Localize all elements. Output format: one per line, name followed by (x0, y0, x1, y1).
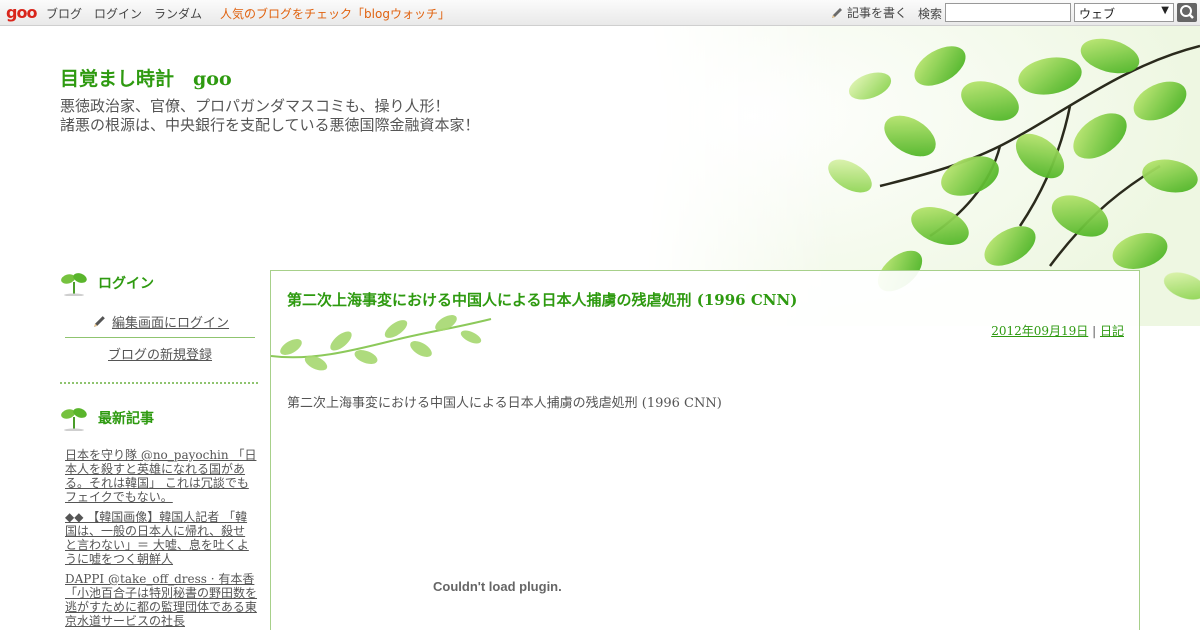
nav-random[interactable]: ランダム (154, 5, 202, 22)
chevron-down-icon: ▼ (1161, 5, 1169, 16)
sidebar-divider (65, 337, 255, 338)
recent-articles-list: 日本を守り隊 @no_payochin 「日本人を殺すと英雄になれる国がある。そ… (65, 448, 257, 630)
nav-blog[interactable]: ブログ (46, 5, 82, 22)
post-meta: 2012年09月19日 | 日記 (991, 322, 1124, 339)
sidebar-recent-title: 最新記事 (98, 411, 154, 427)
search-scope-select[interactable]: ウェブ ▼ (1074, 3, 1174, 22)
sidebar-login-heading: ログイン (60, 270, 154, 296)
new-blog-register-link[interactable]: ブログの新規登録 (108, 344, 212, 363)
search-button[interactable] (1177, 3, 1197, 22)
search-input[interactable] (945, 3, 1071, 22)
blog-description-line-1: 悪徳政治家、官僚、プロパガンダマスコミも、操り人形！ (60, 97, 450, 115)
goo-logo[interactable]: goo (6, 3, 37, 22)
post-body-text: 第二次上海事変における中国人による日本人捕虜の残虐処刑 (1996 CNN) (287, 396, 722, 411)
write-article-label: 記事を書く (847, 6, 908, 20)
search-label: 検索 (918, 7, 943, 21)
blog-description: 悪徳政治家、官僚、プロパガンダマスコミも、操り人形！ 諸悪の根源は、中央銀行を支… (60, 97, 480, 135)
blog-description-line-2: 諸悪の根源は、中央銀行を支配している悪徳国際金融資本家！ (60, 116, 480, 134)
recent-article-link[interactable]: DAPPI @take_off_dress · 有本香 「小池百合子は特別秘書の… (65, 572, 257, 628)
pencil-icon (94, 316, 105, 327)
post-date-link[interactable]: 2012年09月19日 (991, 324, 1088, 338)
post-category-link[interactable]: 日記 (1100, 324, 1124, 338)
pencil-icon (832, 7, 842, 18)
top-nav: ブログ ログイン ランダム 人気のブログをチェック「blogウォッチ」 (46, 5, 450, 22)
magnifier-icon (1180, 5, 1194, 19)
vine-decoration (270, 311, 501, 375)
search-scope-value: ウェブ (1079, 7, 1116, 21)
nav-login[interactable]: ログイン (94, 5, 142, 22)
sprout-icon (61, 273, 87, 296)
write-article-link[interactable]: 記事を書く (830, 4, 907, 21)
goo-top-bar: goo ブログ ログイン ランダム 人気のブログをチェック「blogウォッチ」 … (0, 0, 1200, 26)
sidebar-dotted-divider (60, 382, 258, 384)
post-panel: 第二次上海事変における中国人による日本人捕虜の残虐処刑 (1996 CNN) 2… (270, 270, 1140, 630)
sidebar-login-title: ログイン (98, 276, 154, 292)
recent-article-link[interactable]: 日本を守り隊 @no_payochin 「日本人を殺すと英雄になれる国がある。そ… (65, 448, 257, 504)
blog-watch-promo-link[interactable]: 人気のブログをチェック「blogウォッチ」 (220, 5, 450, 22)
post-meta-separator: | (1092, 324, 1097, 338)
edit-login-label: 編集画面にログイン (112, 316, 230, 331)
sprout-icon (61, 408, 87, 431)
sidebar-recent-heading: 最新記事 (60, 405, 154, 431)
plugin-error-message: Couldn't load plugin. (433, 579, 562, 594)
blog-title[interactable]: 目覚まし時計 goo (60, 64, 232, 91)
recent-article-link[interactable]: ◆◆ 【韓国画像】韓国人記者 「韓国は、一般の日本人に帰れ、殺せと言わない」＝ … (65, 510, 257, 566)
post-title[interactable]: 第二次上海事変における中国人による日本人捕虜の残虐処刑 (1996 CNN) (287, 289, 797, 310)
edit-login-link[interactable]: 編集画面にログイン (92, 312, 229, 331)
